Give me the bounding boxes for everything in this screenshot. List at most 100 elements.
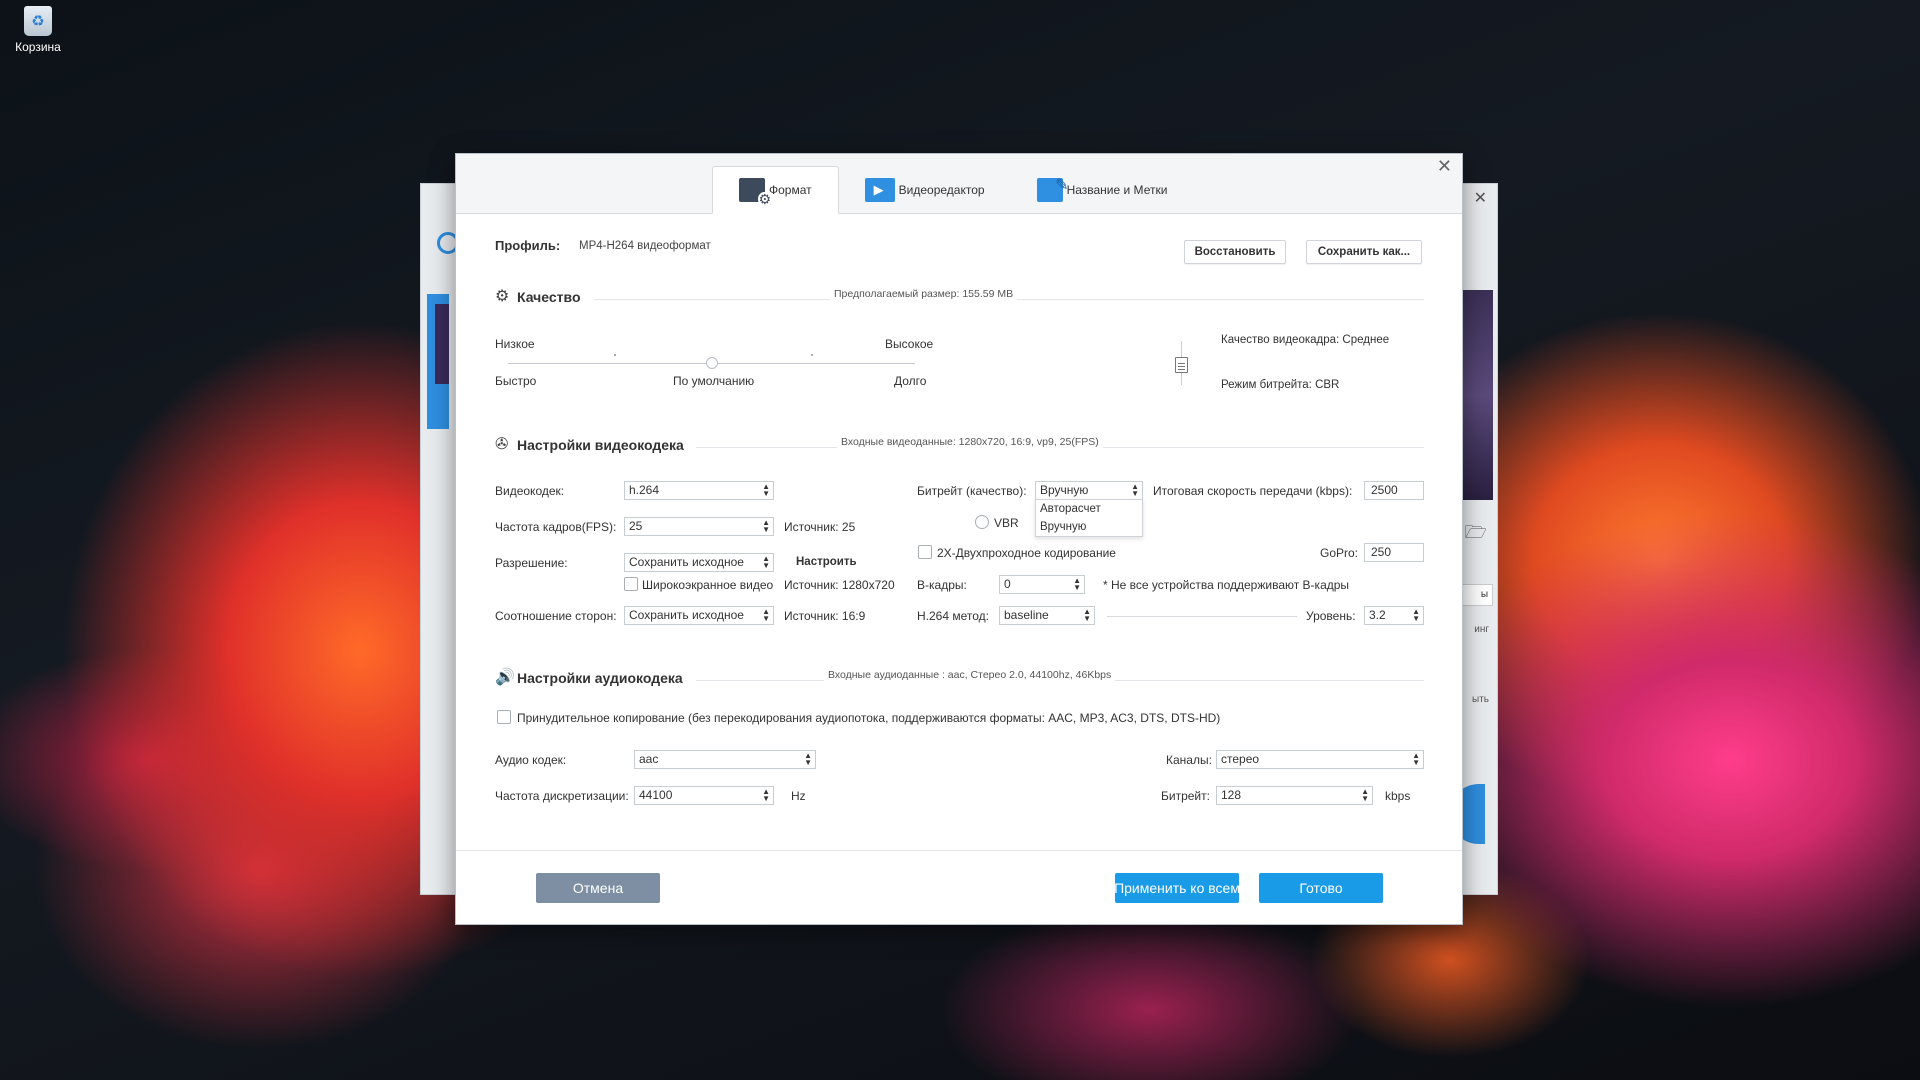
audio-title-text: Настройки аудиокодека [517,670,683,686]
total-speed-input[interactable]: 2500 [1364,481,1424,500]
two-pass-label: 2X-Двухпроходное кодирование [937,546,1116,560]
resolution-value: Сохранить исходное [629,555,744,569]
speed-default-label: По умолчанию [673,374,755,388]
speed-fast-label: Быстро [495,374,537,388]
configure-button[interactable]: Настроить [796,556,857,568]
aspect-select[interactable]: Сохранить исходное ▲ ▼ [624,606,774,625]
tab-video-editor[interactable]: Видеоредактор [839,166,1011,214]
channels-select[interactable]: стерео ▲ ▼ [1216,750,1424,769]
speaker-icon: 🔊 [495,669,515,686]
tab-format[interactable]: Формат [712,166,839,214]
quality-section-title: ⚙ Качество [495,288,581,306]
bframes-value: 0 [1004,577,1011,591]
aspect-source: Источник: 16:9 [784,609,866,623]
widescreen-label: Широкоэкранное видео [642,578,774,592]
updown-arrow-icon: ▲ ▼ [762,482,770,498]
h264-method-label: H.264 метод: [917,609,989,623]
fps-label: Частота кадров(FPS): [495,520,617,534]
force-copy-checkbox[interactable] [497,710,511,724]
updown-arrow-icon: ▲ ▼ [762,554,770,570]
audio-bitrate-select[interactable]: 128 ▲ ▼ [1216,786,1373,805]
bframes-select[interactable]: 0 ▲ ▼ [999,575,1085,594]
profile-label: Профиль: [495,238,561,253]
sample-rate-select[interactable]: 44100 ▲ ▼ [634,786,774,805]
gear-icon: ⚙ [495,288,510,305]
video-input-info: Входные видеоданные: 1280x720, 16:9, vp9… [837,436,1103,448]
two-pass-checkbox[interactable] [918,545,932,559]
video-section-title: ✇ Настройки видеокодека [495,437,684,454]
profile-settings-dialog: ✕ Формат Видеоредактор Название и Метки … [455,153,1463,925]
quality-slider-knob[interactable] [705,357,718,369]
fps-select[interactable]: 25 ▲ ▼ [624,517,774,536]
fps-source: Источник: 25 [784,520,856,534]
slider-tick [614,354,616,356]
tab-strip: Формат Видеоредактор Название и Метки [712,166,1193,214]
bg-button-2[interactable]: инг [1461,624,1493,664]
resolution-select[interactable]: Сохранить исходное ▲ ▼ [624,553,774,572]
video-codec-select[interactable]: h.264 ▲ ▼ [624,481,774,500]
audio-codec-select[interactable]: aac ▲ ▼ [634,750,816,769]
title-tags-icon [1036,175,1069,202]
bg-close-icon[interactable]: ✕ [1474,188,1487,208]
bframes-label: B-кадры: [917,578,967,592]
document-icon [1175,357,1188,373]
restore-button[interactable]: Восстановить [1184,240,1286,264]
recycle-bin-label: Корзина [15,40,61,54]
resolution-source: Источник: 1280x720 [784,578,895,592]
aspect-value: Сохранить исходное [629,608,744,622]
audio-codec-value: aac [639,752,659,766]
format-settings-icon [739,178,771,206]
bg-video-thumbnail [435,304,449,384]
bg-button-1[interactable]: ы [1461,584,1493,606]
close-icon[interactable]: ✕ [1437,156,1452,177]
quality-low-label: Низкое [495,337,535,351]
widescreen-checkbox[interactable] [624,577,638,591]
recycle-bin-shortcut[interactable]: Корзина [8,6,68,54]
sample-rate-label: Частота дискретизации: [495,789,629,803]
divider [1107,616,1297,617]
cancel-button[interactable]: Отмена [536,873,660,903]
vbr-radio[interactable] [975,515,989,529]
updown-arrow-icon: ▲ ▼ [1131,482,1139,498]
updown-arrow-icon: ▲ ▼ [1361,787,1369,803]
bitrate-quality-label: Битрейт (качество): [917,484,1027,498]
tab-title-tags[interactable]: Название и Метки [1011,166,1194,214]
bg-preview-thumbnail [1461,290,1493,500]
updown-arrow-icon: ▲ ▼ [1083,607,1091,623]
frame-quality-info: Качество видеокадра: Среднее [1221,334,1390,346]
dropdown-option-auto[interactable]: Авторасчет [1036,500,1142,518]
updown-arrow-icon: ▲ ▼ [1412,751,1420,767]
updown-arrow-icon: ▲ ▼ [1073,576,1081,592]
resolution-label: Разрешение: [495,556,568,570]
video-editor-icon [864,178,895,202]
profile-value: MP4-H264 видеоформат [579,240,711,252]
aspect-label: Соотношение сторон: [495,609,617,623]
slider-tick [811,354,813,356]
save-as-button[interactable]: Сохранить как... [1306,240,1422,264]
bitrate-quality-value: Вручную [1040,483,1089,497]
done-button[interactable]: Готово [1259,873,1383,903]
level-label: Уровень: [1306,609,1356,623]
h264-method-value: baseline [1004,608,1049,622]
video-codec-label: Видеокодек: [495,484,565,498]
bitrate-quality-select[interactable]: Вручную ▲ ▼ [1035,481,1143,500]
level-value: 3.2 [1369,608,1386,622]
level-select[interactable]: 3.2 ▲ ▼ [1364,606,1424,625]
updown-arrow-icon: ▲ ▼ [1412,607,1420,623]
bg-button-3[interactable]: ыть [1461,694,1493,716]
sample-rate-unit: Hz [791,789,806,803]
updown-arrow-icon: ▲ ▼ [762,518,770,534]
dropdown-option-manual[interactable]: Вручную [1036,518,1142,536]
audio-section-title: 🔊 Настройки аудиокодека [495,669,683,687]
gopro-input[interactable]: 250 [1364,543,1424,562]
audio-codec-label: Аудио кодек: [495,753,567,767]
updown-arrow-icon: ▲ ▼ [762,787,770,803]
vbr-label: VBR [994,516,1019,530]
quality-high-label: Высокое [885,337,934,351]
apply-all-button[interactable]: Применить ко всем [1115,873,1239,903]
bframes-note: * Не все устройства поддерживают B-кадры [1103,578,1350,592]
folder-icon[interactable]: 🗁 [1465,520,1487,550]
sample-rate-value: 44100 [639,788,673,802]
h264-method-select[interactable]: baseline ▲ ▼ [999,606,1095,625]
bitrate-dropdown-list: Авторасчет Вручную [1035,499,1143,537]
